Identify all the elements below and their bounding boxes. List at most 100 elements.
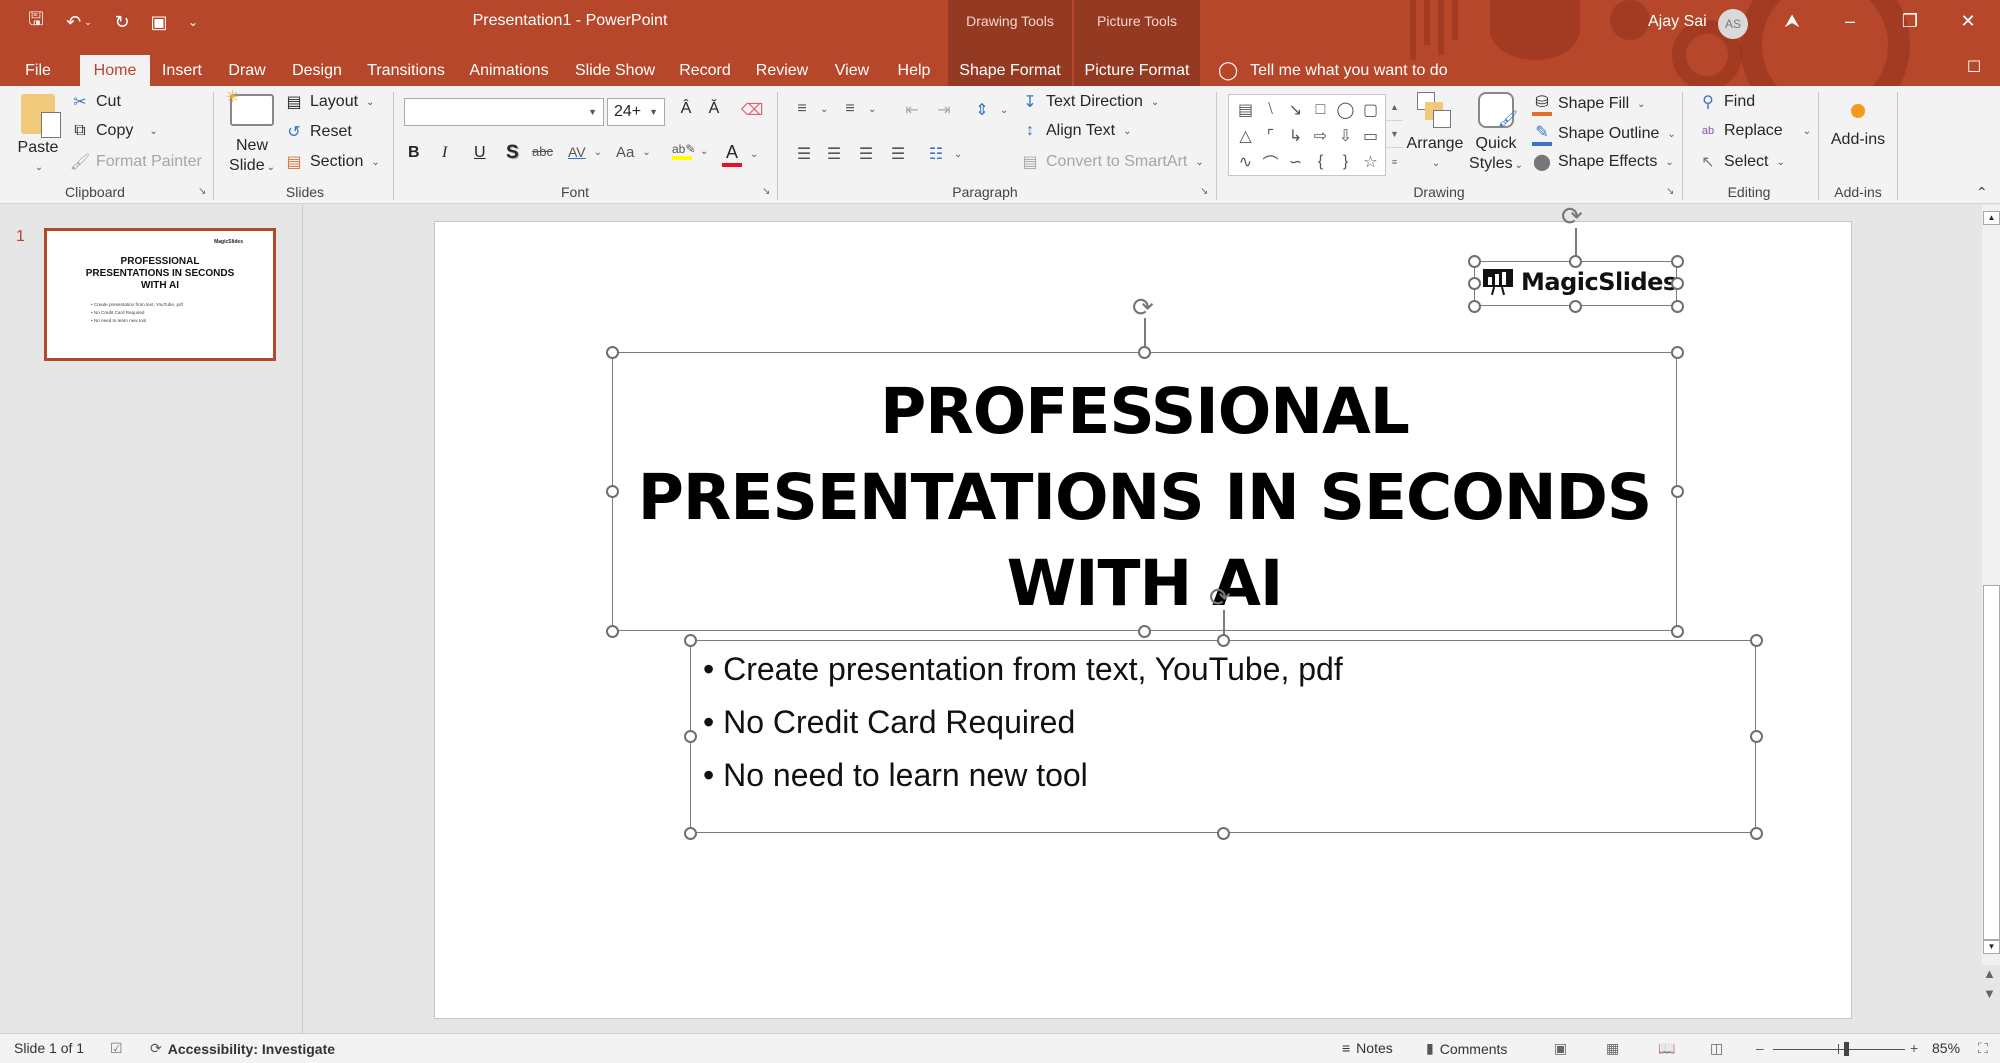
justify-button[interactable]: ☰: [888, 144, 908, 164]
resize-handle[interactable]: [1750, 730, 1763, 743]
resize-handle[interactable]: [1138, 346, 1151, 359]
tab-design[interactable]: Design: [286, 55, 348, 86]
scrollbar-thumb[interactable]: [1983, 585, 2000, 940]
accessibility-button[interactable]: ⟳ Accessibility: Investigate: [150, 1040, 335, 1057]
dialog-launcher-icon[interactable]: ↘: [1200, 186, 1208, 197]
comments-button[interactable]: ▮ Comments: [1426, 1040, 1507, 1057]
scroll-up-icon[interactable]: ▲: [1983, 211, 2000, 225]
zoom-level[interactable]: 85%: [1932, 1040, 1960, 1056]
star-shape-icon[interactable]: ☆: [1358, 149, 1383, 175]
resize-handle[interactable]: [1671, 485, 1684, 498]
font-size-combobox[interactable]: 24+ ▼: [607, 98, 665, 126]
notes-button[interactable]: ≡ Notes: [1342, 1040, 1393, 1056]
title-placeholder[interactable]: PROFESSIONAL PRESENTATIONS IN SECONDS WI…: [612, 352, 1677, 631]
bullet-list[interactable]: • Create presentation from text, YouTube…: [703, 643, 1343, 802]
normal-view-button[interactable]: ▣: [1554, 1040, 1567, 1057]
ribbon-display-options-icon[interactable]: ⮝: [1770, 6, 1814, 36]
gallery-up-icon[interactable]: ▲: [1386, 94, 1403, 121]
strikethrough-button[interactable]: abc: [532, 144, 553, 159]
dropdown-arrow-icon[interactable]: ▼: [588, 107, 597, 117]
snip-rectangle-shape-icon[interactable]: ▭: [1358, 123, 1383, 149]
user-name[interactable]: Ajay Sai: [1648, 13, 1707, 31]
minimize-icon[interactable]: –: [1828, 6, 1872, 36]
quick-styles-button[interactable]: 🖌 Quick Styles ⌄: [1468, 92, 1524, 176]
paste-button[interactable]: Paste ⌄: [14, 94, 62, 178]
underline-button[interactable]: U: [474, 144, 486, 162]
dialog-launcher-icon[interactable]: ↘: [762, 186, 770, 197]
new-slide-button[interactable]: ✳ New Slide ⌄: [224, 89, 280, 178]
oval-shape-icon[interactable]: ◯: [1333, 97, 1358, 123]
numbering-button[interactable]: ≡ ⌄: [840, 100, 876, 118]
change-case-button[interactable]: Aa ⌄: [616, 144, 651, 161]
tab-picture-format[interactable]: Picture Format: [1078, 55, 1196, 86]
resize-handle[interactable]: [684, 827, 697, 840]
find-button[interactable]: ⚲ Find: [1698, 92, 1755, 112]
spell-check-icon[interactable]: ☑: [110, 1040, 123, 1057]
tell-me-search[interactable]: ◯ Tell me what you want to do: [1218, 55, 1448, 86]
tab-animations[interactable]: Animations: [464, 55, 554, 86]
gallery-more-icon[interactable]: ≡: [1386, 148, 1403, 175]
slide-sorter-button[interactable]: ▦: [1606, 1040, 1619, 1057]
resize-handle[interactable]: [1671, 255, 1684, 268]
character-spacing-button[interactable]: AV ⌄: [568, 144, 602, 160]
copy-button[interactable]: ⧉ Copy ⌄: [70, 122, 157, 140]
dialog-launcher-icon[interactable]: ↘: [1666, 186, 1674, 197]
triangle-shape-icon[interactable]: △: [1233, 123, 1258, 149]
arrange-button[interactable]: Arrange ⌄: [1406, 92, 1464, 174]
gallery-scroller[interactable]: ▲ ▼ ≡: [1385, 94, 1403, 176]
resize-handle[interactable]: [606, 485, 619, 498]
shapes-gallery[interactable]: ▤ ⧵ ↘ □ ◯ ▢ △ ⌜ ↳ ⇨ ⇩ ▭ ∿ ⌒ ∽ { } ☆: [1228, 94, 1403, 176]
italic-button[interactable]: I: [442, 144, 447, 162]
slide-show-button[interactable]: ◫: [1710, 1040, 1723, 1057]
zoom-out-button[interactable]: –: [1756, 1040, 1764, 1056]
zoom-slider-thumb[interactable]: [1843, 1042, 1849, 1056]
resize-handle[interactable]: [1217, 827, 1230, 840]
tab-shape-format[interactable]: Shape Format: [952, 55, 1068, 86]
rectangle-shape-icon[interactable]: □: [1308, 97, 1333, 123]
elbow-arrow-shape-icon[interactable]: ↳: [1283, 123, 1308, 149]
decrease-font-size-button[interactable]: Ǎ: [704, 100, 724, 118]
rotate-handle-icon[interactable]: ⟳: [1209, 584, 1231, 610]
resize-handle[interactable]: [1468, 277, 1481, 290]
curve-shape-icon[interactable]: ∽: [1283, 149, 1308, 175]
resize-handle[interactable]: [684, 730, 697, 743]
previous-slide-icon[interactable]: ▲: [1983, 966, 1996, 981]
dropdown-arrow-icon[interactable]: ▼: [649, 107, 658, 117]
fit-to-window-icon[interactable]: ⛶: [1978, 1040, 1988, 1057]
shape-fill-button[interactable]: ⛁ Shape Fill ⌄: [1532, 92, 1646, 116]
tab-transitions[interactable]: Transitions: [362, 55, 450, 86]
elbow-connector-shape-icon[interactable]: ⌜: [1258, 123, 1283, 149]
resize-handle[interactable]: [1217, 634, 1230, 647]
restore-icon[interactable]: ❐: [1888, 6, 1932, 36]
chevron-down-icon[interactable]: ⌄: [149, 126, 157, 137]
content-placeholder[interactable]: • Create presentation from text, YouTube…: [690, 640, 1756, 833]
resize-handle[interactable]: [1671, 346, 1684, 359]
freeform-shape-icon[interactable]: ∿: [1233, 149, 1258, 175]
increase-indent-button[interactable]: ⇥: [934, 100, 954, 120]
rounded-rectangle-shape-icon[interactable]: ▢: [1358, 97, 1383, 123]
slide-title[interactable]: PROFESSIONAL PRESENTATIONS IN SECONDS WI…: [613, 369, 1676, 627]
left-brace-shape-icon[interactable]: {: [1308, 149, 1333, 175]
shape-effects-button[interactable]: ⬤ Shape Effects ⌄: [1532, 152, 1674, 172]
text-box-shape-icon[interactable]: ▤: [1233, 97, 1258, 123]
tab-record[interactable]: Record: [676, 55, 734, 86]
resize-handle[interactable]: [1750, 827, 1763, 840]
slide-thumbnail[interactable]: MagicSlides PROFESSIONAL PRESENTATIONS I…: [44, 228, 276, 361]
dialog-launcher-icon[interactable]: ↘: [198, 186, 206, 197]
zoom-slider[interactable]: [1773, 1042, 1905, 1056]
clear-formatting-button[interactable]: ⌫: [741, 100, 764, 120]
tab-help[interactable]: Help: [890, 55, 938, 86]
highlight-color-button[interactable]: ab✎ ⌄: [672, 142, 708, 160]
select-button[interactable]: ↖ Select ⌄: [1698, 152, 1785, 172]
right-brace-shape-icon[interactable]: }: [1333, 149, 1358, 175]
text-shadow-button[interactable]: S: [506, 142, 519, 164]
tab-home[interactable]: Home: [80, 55, 150, 86]
increase-font-size-button[interactable]: Â: [676, 100, 696, 118]
align-center-button[interactable]: ☰: [824, 144, 844, 164]
columns-button[interactable]: ☷ ⌄: [926, 144, 963, 164]
avatar[interactable]: AS: [1718, 9, 1748, 39]
reset-button[interactable]: ↺ Reset: [284, 122, 352, 142]
bold-button[interactable]: B: [408, 144, 420, 162]
resize-handle[interactable]: [1671, 300, 1684, 313]
tab-draw[interactable]: Draw: [222, 55, 272, 86]
